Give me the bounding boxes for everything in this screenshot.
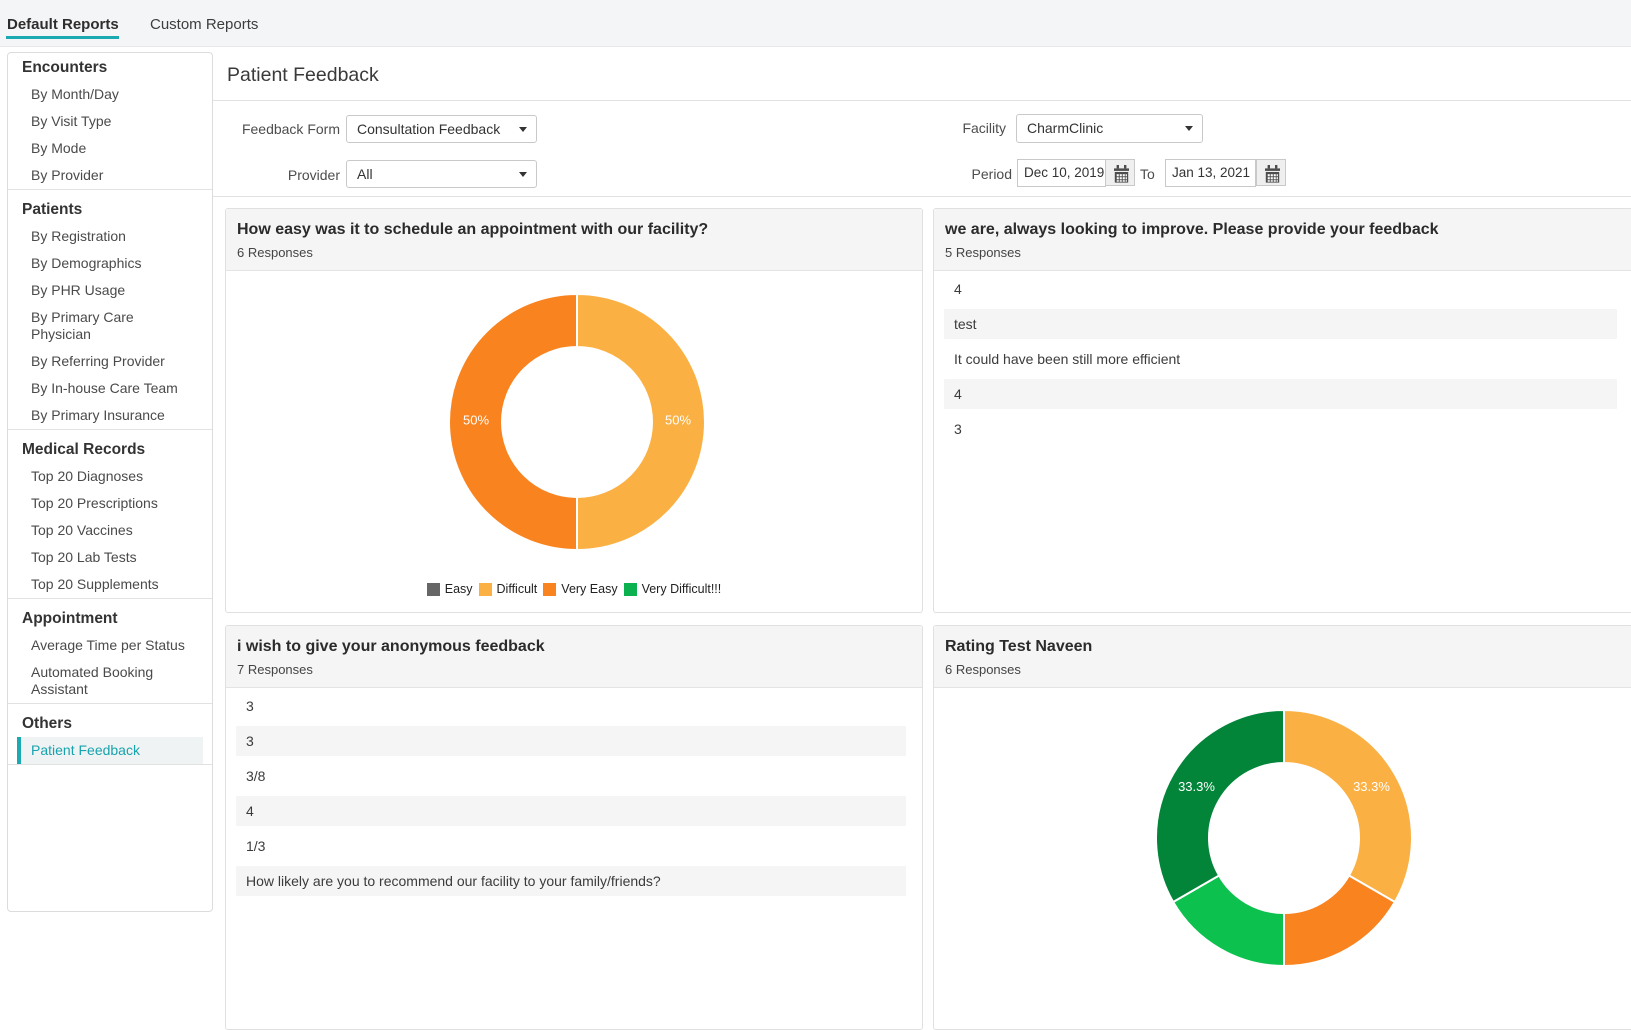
svg-text:50%: 50% xyxy=(665,412,691,427)
svg-text:33.3%: 33.3% xyxy=(1353,779,1390,794)
svg-text:33.3%: 33.3% xyxy=(1178,779,1215,794)
svg-text:50%: 50% xyxy=(463,412,489,427)
